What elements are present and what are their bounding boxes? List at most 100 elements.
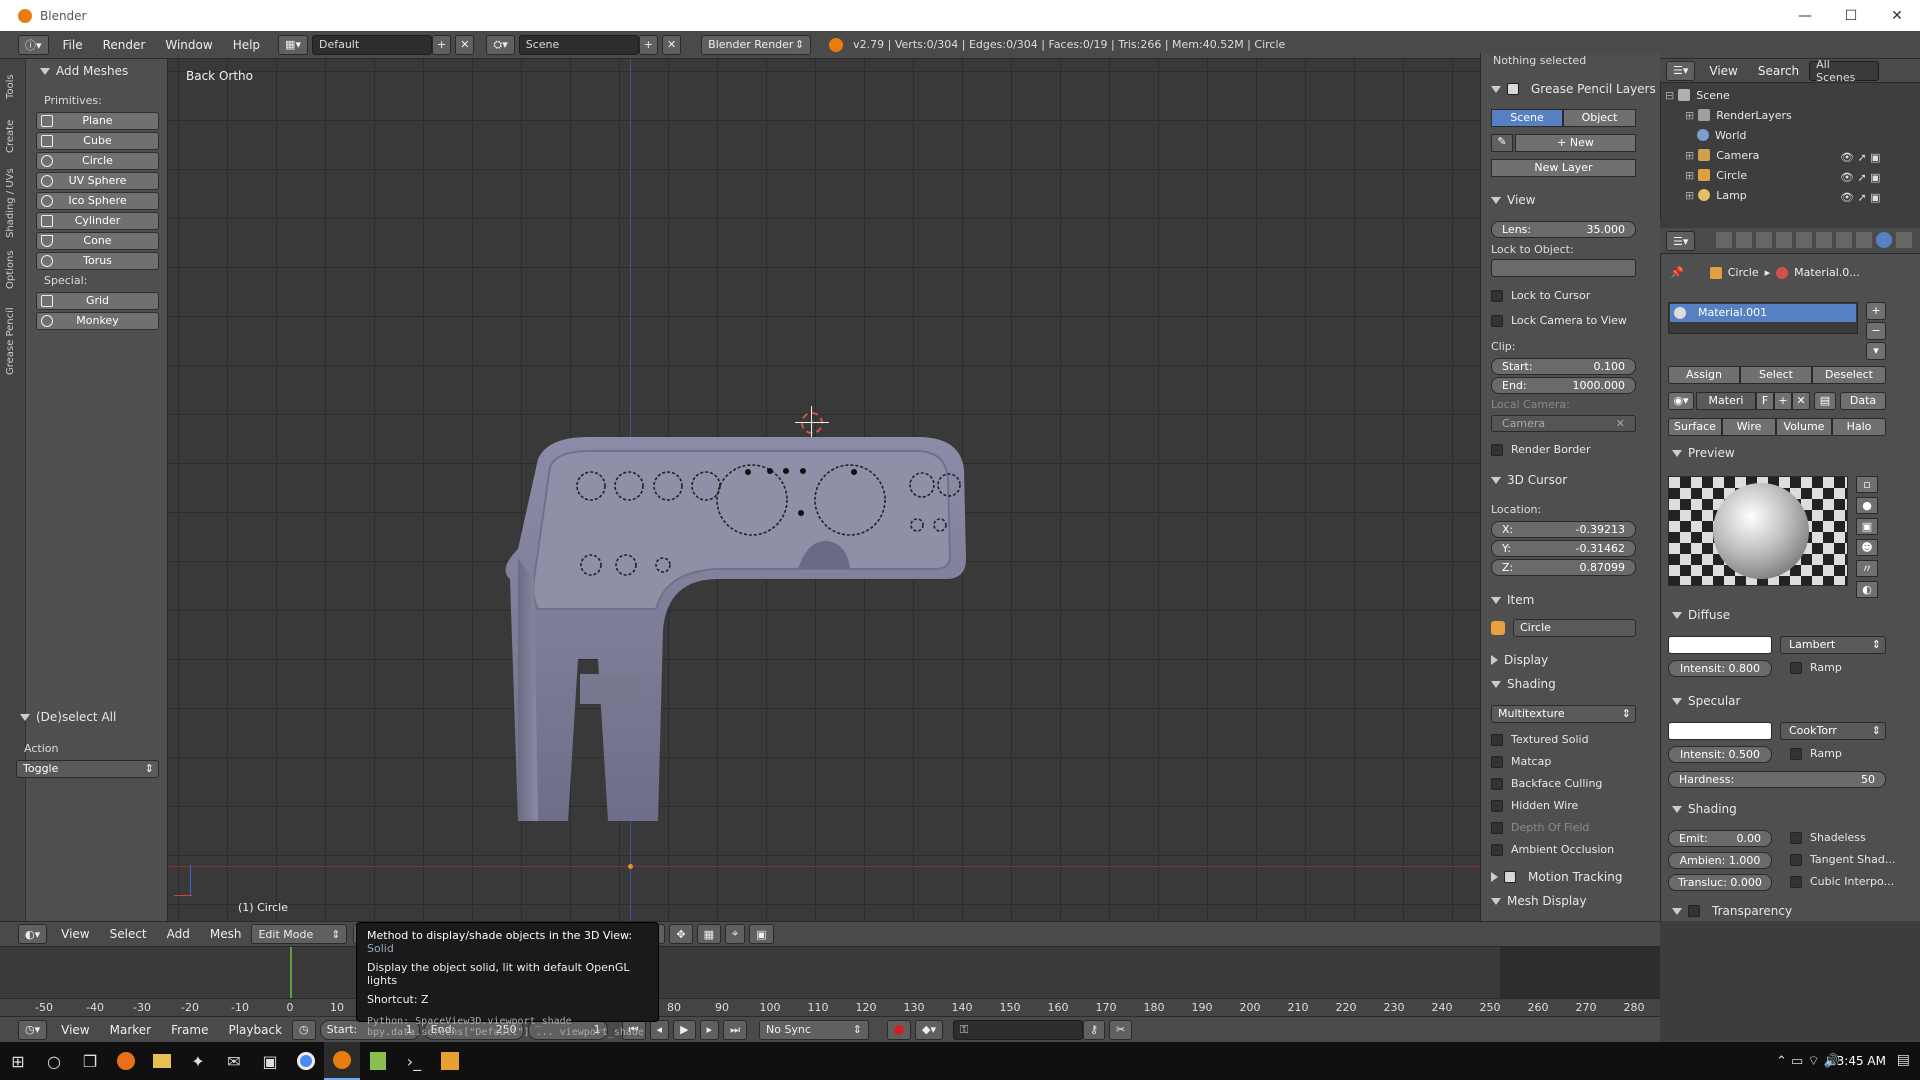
manipulator-icon[interactable]: ✥ [669, 924, 693, 944]
action-select[interactable]: Toggle ⇕ [16, 760, 159, 778]
pin-icon[interactable]: 📌 [1670, 266, 1684, 279]
preview-sphere-icon[interactable]: ● [1856, 497, 1878, 514]
specular-panel-header[interactable]: Specular [1672, 694, 1740, 708]
chrome-icon[interactable] [288, 1042, 324, 1080]
preview-panel-header[interactable]: Preview [1672, 446, 1735, 460]
editor-type-button[interactable]: ⓘ▾ [18, 34, 49, 55]
add-slot-button[interactable]: + [1866, 302, 1886, 320]
notification-icon[interactable]: ▤ [1897, 1052, 1910, 1068]
outliner-item-camera[interactable]: ⊞ Camera [1685, 146, 1759, 164]
add-monkey-button[interactable]: Monkey [36, 312, 159, 330]
depth-of-field-checkbox[interactable]: Depth Of Field [1491, 821, 1589, 834]
menu-render[interactable]: Render [103, 38, 146, 52]
mode-select[interactable]: Edit Mode ⇕ [251, 924, 348, 944]
vp-select-menu[interactable]: Select [110, 927, 147, 941]
lens-field[interactable]: Lens: 35.000 [1491, 221, 1636, 238]
media-icon[interactable] [432, 1042, 468, 1080]
material-browse-icon[interactable]: ◉▾ [1668, 392, 1694, 410]
tab-tools[interactable]: Tools [5, 67, 21, 107]
unlink-material-button[interactable]: ✕ [1792, 392, 1810, 410]
3d-view-editor-type[interactable]: ◐▾ [18, 924, 48, 944]
tl-playback-menu[interactable]: Playback [228, 1023, 282, 1037]
file-explorer-icon[interactable] [144, 1042, 180, 1080]
specular-ramp-checkbox[interactable]: Ramp [1790, 747, 1842, 760]
display-panel-header[interactable]: Display [1491, 653, 1548, 667]
world-tab-icon[interactable] [1776, 232, 1792, 248]
local-camera-field[interactable]: Camera ✕ [1491, 415, 1636, 432]
diffuse-shader-select[interactable]: Lambert ⇕ [1780, 636, 1886, 654]
outliner-item-world[interactable]: World [1697, 126, 1747, 144]
add-cone-button[interactable]: Cone [36, 232, 159, 250]
menu-window[interactable]: Window [165, 38, 212, 52]
prev-keyframe-icon[interactable]: ◂ [649, 1019, 670, 1040]
delete-keyframe-icon[interactable]: ✂ [1109, 1019, 1133, 1040]
layout-field[interactable]: Default [311, 34, 432, 55]
add-cylinder-button[interactable]: Cylinder [36, 212, 159, 230]
tab-create[interactable]: Create [5, 111, 21, 161]
diffuse-ramp-checkbox[interactable]: Ramp [1790, 661, 1842, 674]
link-data-select[interactable]: Data [1840, 392, 1886, 410]
task-view-icon[interactable]: ❐ [72, 1042, 108, 1080]
emit-field[interactable]: Emit: 0.00 [1668, 830, 1772, 847]
deselect-panel-header[interactable]: (De)select All [20, 710, 116, 724]
menu-file[interactable]: File [63, 38, 83, 52]
render-border-checkbox[interactable]: Render Border [1491, 443, 1591, 456]
dashboard-mesh[interactable] [498, 429, 968, 829]
add-circle-button[interactable]: Circle [36, 152, 159, 170]
backface-culling-checkbox[interactable]: Backface Culling [1491, 777, 1602, 790]
fake-user-button[interactable]: F [1756, 392, 1774, 410]
remove-layout-button[interactable]: ✕ [455, 34, 475, 55]
item-panel-header[interactable]: Item [1491, 593, 1534, 607]
slot-specials-button[interactable]: ▾ [1866, 342, 1886, 360]
notepad-icon[interactable] [360, 1042, 396, 1080]
lock-camera-checkbox[interactable]: Lock Camera to View [1491, 314, 1627, 327]
diffuse-color-swatch[interactable] [1668, 636, 1772, 654]
scene-icon[interactable]: ⛭▾ [486, 34, 515, 55]
preview-monkey-icon[interactable]: ☻ [1856, 539, 1878, 556]
snap-icon[interactable]: ⌖ [724, 924, 746, 944]
textured-solid-checkbox[interactable]: Textured Solid [1491, 733, 1589, 746]
app-icon[interactable]: ▣ [252, 1042, 288, 1080]
gp-object-tab[interactable]: Object [1563, 109, 1636, 127]
scene-field[interactable]: Scene [518, 34, 639, 55]
layers-tab-icon[interactable] [1736, 232, 1752, 248]
tab-volume[interactable]: Volume [1776, 418, 1832, 436]
render-preview-icon[interactable]: ▣ [749, 924, 774, 944]
constraints-tab-icon[interactable] [1816, 232, 1832, 248]
next-keyframe-icon[interactable]: ▸ [699, 1019, 720, 1040]
close-button[interactable]: ✕ [1874, 0, 1920, 31]
record-icon[interactable] [886, 1019, 911, 1040]
start-icon[interactable]: ⊞ [0, 1042, 36, 1080]
pencil-icon[interactable]: ✎ [1491, 134, 1513, 152]
render-engine-select[interactable]: Blender Render ⇕ [701, 34, 812, 55]
assign-button[interactable]: Assign [1668, 366, 1740, 384]
shading-props-panel-header[interactable]: Shading [1672, 802, 1737, 816]
outliner-search-menu[interactable]: Search [1758, 64, 1799, 78]
screen-layout-icon[interactable]: ▦▾ [278, 34, 308, 55]
cubic-interpolation-checkbox[interactable]: Cubic Interpo... [1790, 875, 1894, 888]
outliner-item-scene[interactable]: ⊟ Scene [1665, 86, 1730, 104]
settings-icon[interactable]: ✦ [180, 1042, 216, 1080]
search-icon[interactable]: ○ [36, 1042, 72, 1080]
remove-scene-button[interactable]: ✕ [661, 34, 682, 55]
keying-set-field[interactable]: ⚿ [952, 1019, 1083, 1040]
node-icon[interactable]: ▤ [1814, 392, 1836, 410]
maximize-button[interactable]: ☐ [1828, 0, 1874, 31]
translucency-field[interactable]: Transluc: 0.000 [1668, 874, 1772, 891]
transparency-panel-header[interactable]: Transparency [1672, 904, 1792, 918]
matcap-checkbox[interactable]: Matcap [1491, 755, 1551, 768]
vp-add-menu[interactable]: Add [167, 927, 190, 941]
texture-tab-icon[interactable] [1896, 232, 1912, 248]
outliner-item-circle[interactable]: ⊞ Circle [1685, 166, 1747, 184]
add-grid-button[interactable]: Grid [36, 292, 159, 310]
outliner-view-menu[interactable]: View [1709, 64, 1737, 78]
specular-shader-select[interactable]: CookTorr ⇕ [1780, 722, 1886, 740]
keying-set-icon[interactable]: ◆▾ [914, 1019, 943, 1040]
insert-keyframe-icon[interactable]: ⚷ [1082, 1019, 1106, 1040]
firefox-icon[interactable] [108, 1042, 144, 1080]
new-material-button[interactable]: + [1774, 392, 1792, 410]
timeline-editor-type[interactable]: ◷▾ [18, 1019, 48, 1040]
item-name-field[interactable]: Circle [1513, 619, 1636, 637]
lock-object-field[interactable] [1491, 259, 1636, 277]
preview-cube-icon[interactable]: ▣ [1856, 518, 1878, 535]
